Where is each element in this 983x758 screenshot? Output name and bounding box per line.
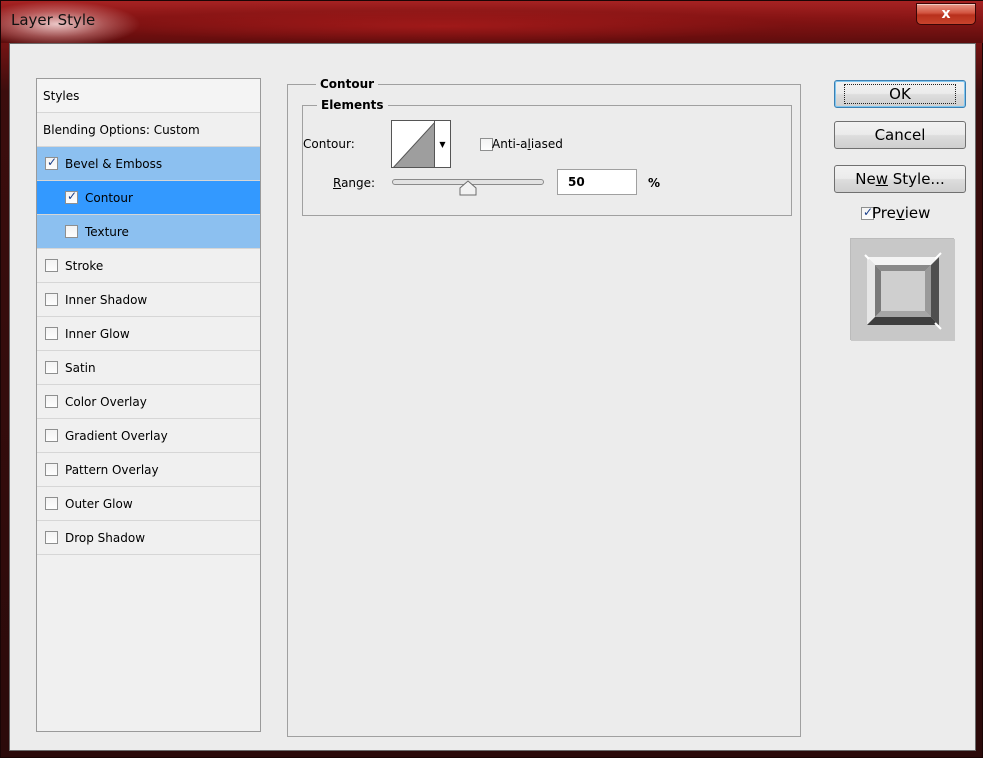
styles-header[interactable]: Styles <box>37 79 260 113</box>
elements-group-title: Elements <box>317 98 388 112</box>
caret-down-icon: ▼ <box>439 139 446 149</box>
contour-curve-icon <box>393 122 434 167</box>
style-item-drop-shadow[interactable]: Drop Shadow <box>37 521 260 555</box>
style-item-label: Contour <box>85 190 133 205</box>
new-style-button[interactable]: New Style... <box>834 165 966 193</box>
style-item-inner-glow[interactable]: Inner Glow <box>37 317 260 351</box>
style-item-label: Pattern Overlay <box>65 462 159 477</box>
contour-picker[interactable] <box>391 120 435 168</box>
style-item-label: Texture <box>85 224 129 239</box>
cancel-label: Cancel <box>874 126 926 144</box>
style-checkbox-satin[interactable] <box>45 361 58 374</box>
new-style-label: New Style... <box>855 170 945 188</box>
contour-dropdown-button[interactable]: ▼ <box>435 120 451 168</box>
style-checkbox-outer-glow[interactable] <box>45 497 58 510</box>
style-item-label: Gradient Overlay <box>65 428 168 443</box>
contour-label: Contour: <box>303 137 355 151</box>
styles-list: Styles Blending Options: Custom Bevel & … <box>36 78 261 732</box>
style-item-gradient-overlay[interactable]: Gradient Overlay <box>37 419 260 453</box>
title-bar[interactable]: Layer Style x <box>1 1 983 43</box>
style-item-pattern-overlay[interactable]: Pattern Overlay <box>37 453 260 487</box>
style-item-color-overlay[interactable]: Color Overlay <box>37 385 260 419</box>
style-item-label: Color Overlay <box>65 394 147 409</box>
styles-header-label: Styles <box>43 88 80 103</box>
style-item-texture[interactable]: Texture <box>37 215 260 249</box>
window-title: Layer Style <box>11 11 96 29</box>
close-button[interactable]: x <box>916 3 976 25</box>
contour-group: Contour Elements Contour: ▼ Anti-aliased… <box>287 77 801 737</box>
ok-button[interactable]: OK <box>834 80 966 108</box>
style-checkbox-pattern-overlay[interactable] <box>45 463 58 476</box>
style-item-label: Outer Glow <box>65 496 133 511</box>
style-item-outer-glow[interactable]: Outer Glow <box>37 487 260 521</box>
contour-group-title: Contour <box>316 77 379 91</box>
style-item-label: Drop Shadow <box>65 530 146 545</box>
cancel-button[interactable]: Cancel <box>834 121 966 149</box>
style-checkbox-inner-glow[interactable] <box>45 327 58 340</box>
style-item-bevel-emboss[interactable]: Bevel & Emboss <box>37 147 260 181</box>
blending-options-item[interactable]: Blending Options: Custom <box>37 113 260 147</box>
range-input[interactable]: 50 <box>557 169 637 195</box>
style-checkbox-texture[interactable] <box>65 225 78 238</box>
style-checkbox-bevel-emboss[interactable] <box>45 155 58 170</box>
preview-label: Preview <box>872 204 931 222</box>
style-checkbox-gradient-overlay[interactable] <box>45 429 58 442</box>
ok-label: OK <box>844 84 956 104</box>
style-item-inner-shadow[interactable]: Inner Shadow <box>37 283 260 317</box>
bevel-preview-icon <box>851 239 955 341</box>
elements-group: Elements <box>302 98 792 216</box>
style-item-satin[interactable]: Satin <box>37 351 260 385</box>
window-frame: Layer Style x Styles Blending Options: C… <box>0 0 983 758</box>
style-item-stroke[interactable]: Stroke <box>37 249 260 283</box>
anti-aliased-label: Anti-aliased <box>492 137 563 151</box>
style-preview-thumbnail <box>850 238 955 341</box>
dialog-body: Styles Blending Options: Custom Bevel & … <box>9 43 976 751</box>
style-item-label: Inner Glow <box>65 326 130 341</box>
style-checkbox-drop-shadow[interactable] <box>45 531 58 544</box>
range-label: Range: <box>333 176 376 190</box>
style-checkbox-contour[interactable] <box>65 189 78 204</box>
close-icon: x <box>941 6 951 22</box>
style-checkbox-color-overlay[interactable] <box>45 395 58 408</box>
style-checkbox-inner-shadow[interactable] <box>45 293 58 306</box>
style-item-label: Stroke <box>65 258 104 273</box>
style-item-label: Satin <box>65 360 96 375</box>
style-item-label: Inner Shadow <box>65 292 148 307</box>
range-unit: % <box>648 176 661 190</box>
blending-options-label: Blending Options: Custom <box>43 122 200 137</box>
range-slider-thumb[interactable] <box>459 180 477 196</box>
style-item-label: Bevel & Emboss <box>65 156 163 171</box>
style-checkbox-stroke[interactable] <box>45 259 58 272</box>
style-item-contour[interactable]: Contour <box>37 181 260 215</box>
